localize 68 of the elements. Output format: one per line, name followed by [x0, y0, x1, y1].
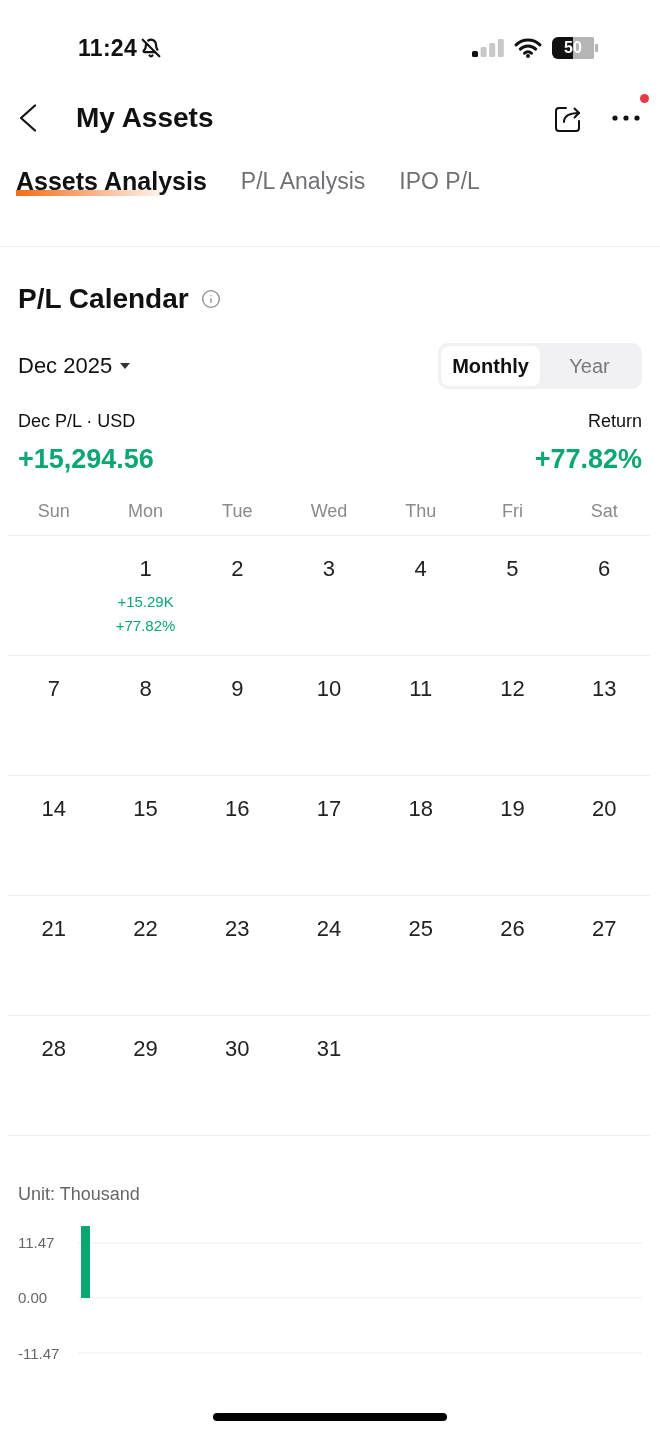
- day-number: 28: [41, 1036, 67, 1062]
- weekday-label: Wed: [310, 500, 348, 523]
- period-option[interactable]: Year: [540, 346, 639, 386]
- section-title: P/L Calendar: [18, 283, 189, 315]
- info-icon[interactable]: [200, 289, 221, 309]
- y-tick-label: -11.47: [18, 1344, 60, 1362]
- pl-label: Dec P/L · USD: [18, 410, 136, 433]
- day-pl-value: +15.29K: [117, 592, 174, 612]
- share-button[interactable]: [554, 104, 582, 132]
- weekday-label: Tue: [222, 500, 253, 523]
- day-number: 3: [322, 556, 336, 582]
- wifi-icon: [514, 38, 542, 58]
- day-number: 11: [409, 676, 433, 702]
- period-option[interactable]: Monthly: [441, 346, 540, 386]
- day-number: 31: [316, 1036, 342, 1062]
- day-number: 20: [591, 796, 617, 822]
- signal-icon: [472, 39, 504, 57]
- day-number: 7: [47, 676, 60, 702]
- day-number: 26: [500, 916, 525, 942]
- tab[interactable]: IPO P/L: [399, 161, 480, 201]
- y-tick-label: 11.47: [18, 1234, 55, 1252]
- pl-value: +15,294.56: [18, 443, 154, 475]
- tab[interactable]: P/L Analysis: [240, 161, 366, 201]
- day-number: 5: [506, 556, 519, 582]
- day-number: 14: [41, 796, 67, 822]
- day-number: 13: [591, 676, 617, 702]
- month-picker[interactable]: Dec 2025: [18, 353, 131, 379]
- battery-indicator: 50: [552, 37, 598, 59]
- back-button[interactable]: [18, 104, 38, 132]
- weekday-label: Thu: [405, 500, 437, 523]
- more-icon: [612, 115, 640, 121]
- caret-down-icon: [120, 363, 131, 369]
- day-return-value: +77.82%: [115, 616, 176, 636]
- weekday-label: Mon: [128, 500, 164, 523]
- day-number: 12: [500, 676, 525, 702]
- weekday-label: Sat: [590, 500, 618, 523]
- day-number: 27: [591, 916, 617, 942]
- weekday-label: Fri: [501, 500, 523, 523]
- day-number: 21: [41, 916, 67, 942]
- day-number: 17: [316, 796, 342, 822]
- bell-slash-icon: [141, 38, 162, 58]
- back-icon: [18, 104, 38, 132]
- y-tick-label: 0.00: [18, 1289, 48, 1307]
- day-number: 19: [500, 796, 525, 822]
- status-time: 11:24: [78, 34, 138, 62]
- day-number: 6: [598, 556, 611, 582]
- day-number: 22: [133, 916, 158, 942]
- day-number: 15: [133, 796, 158, 822]
- share-icon: [554, 104, 582, 132]
- return-value: +77.82%: [534, 443, 642, 475]
- day-number: 25: [408, 916, 433, 942]
- weekday-label: Sun: [37, 500, 70, 523]
- day-number: 30: [225, 1036, 250, 1062]
- day-number: 1: [139, 556, 152, 582]
- return-label: Return: [587, 410, 642, 433]
- bar: [81, 1226, 90, 1298]
- day-number: 18: [408, 796, 433, 822]
- day-number: 29: [133, 1036, 158, 1062]
- unit-label: Unit: Thousand: [18, 1183, 140, 1206]
- day-number: 16: [225, 796, 250, 822]
- day-number: 8: [139, 676, 152, 702]
- day-number: 24: [316, 916, 342, 942]
- day-number: 9: [231, 676, 244, 702]
- day-number: 10: [316, 676, 342, 702]
- day-number: 23: [225, 916, 250, 942]
- day-number: 4: [414, 556, 427, 582]
- page-title: My Assets: [76, 102, 214, 134]
- day-number: 2: [231, 556, 244, 582]
